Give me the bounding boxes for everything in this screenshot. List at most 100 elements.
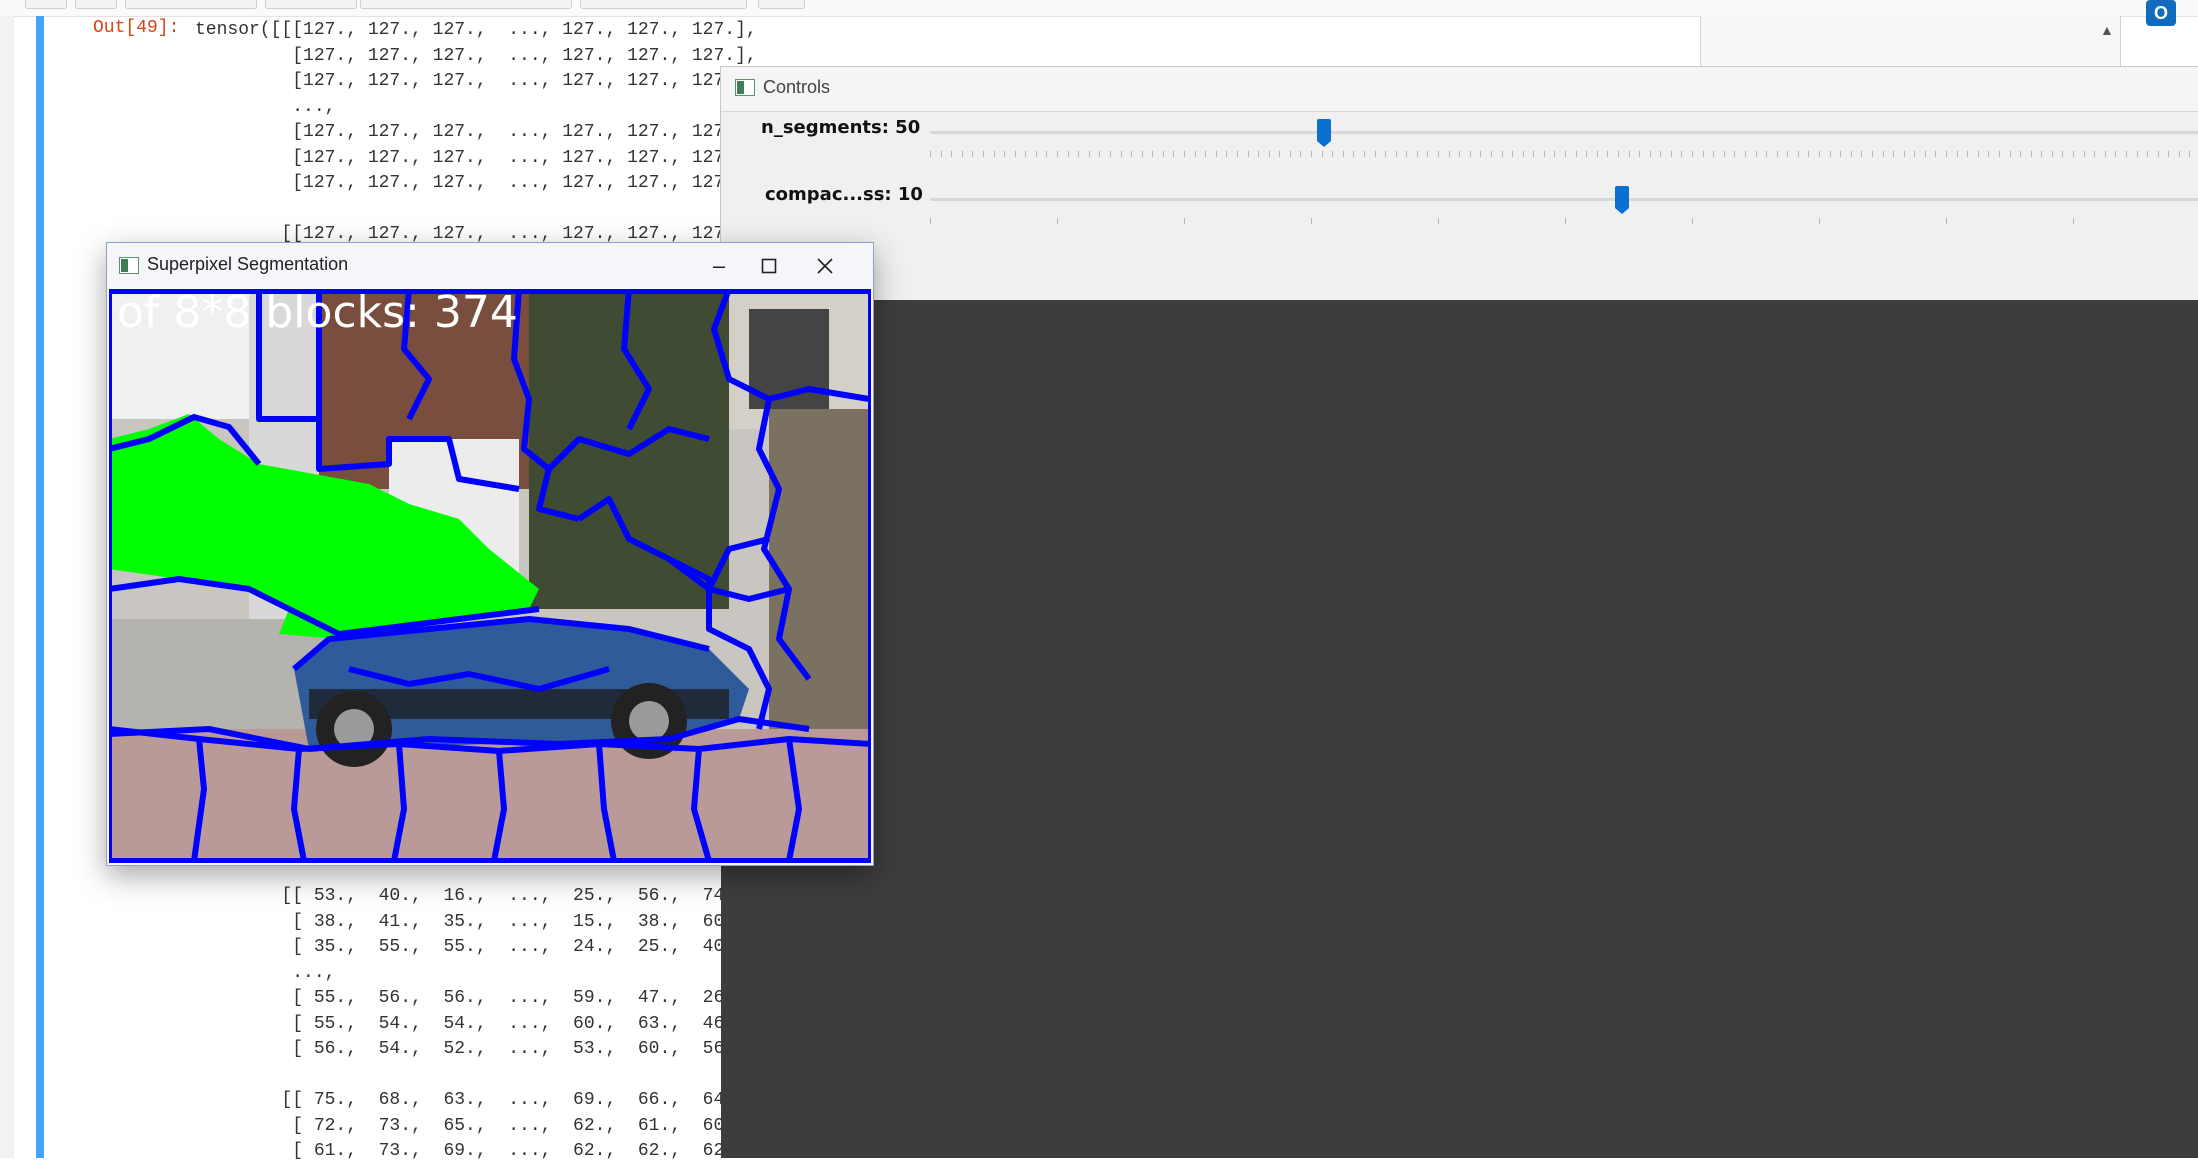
toolbar-button[interactable] — [758, 0, 805, 9]
scroll-up-icon[interactable]: ▲ — [2100, 22, 2114, 38]
tick-mark — [1893, 151, 1895, 157]
controls-title: Controls — [763, 77, 831, 97]
tick-mark — [2157, 151, 2159, 157]
tick-mark — [1236, 151, 1238, 157]
tick-mark — [1289, 151, 1291, 157]
tick-mark — [2020, 151, 2022, 157]
tick-mark — [1300, 151, 1302, 157]
tick-mark — [1861, 151, 1863, 157]
tick-mark — [1702, 151, 1704, 157]
output-line: [127., 127., 127., ..., 127., 127., 127. — [195, 147, 736, 168]
tick-mark — [1035, 151, 1037, 157]
tick-mark — [1448, 151, 1450, 157]
notebook-gutter — [0, 16, 14, 1158]
tick-mark — [1565, 151, 1566, 157]
tick-mark — [1522, 151, 1524, 157]
tick-mark — [1374, 151, 1376, 157]
superpixel-titlebar[interactable]: Superpixel Segmentation – — [107, 243, 873, 288]
tick-mark — [1438, 151, 1439, 157]
tick-mark — [2189, 151, 2191, 157]
compactness-label: compac...ss: 10 — [765, 184, 923, 205]
tick-mark — [1808, 151, 1810, 157]
tick-mark — [2147, 151, 2149, 157]
maximize-icon[interactable] — [749, 251, 789, 281]
superpixel-window: Superpixel Segmentation – of 8*8 blocks:… — [106, 242, 874, 866]
tick-mark — [951, 151, 953, 157]
tick-mark — [1004, 151, 1006, 157]
tick-mark — [1215, 151, 1217, 157]
tick-mark — [1501, 151, 1503, 157]
controls-titlebar[interactable]: Controls — [721, 67, 2198, 112]
tick-mark — [1924, 151, 1926, 157]
tick-mark — [2073, 151, 2074, 157]
tick-mark — [1744, 151, 1746, 157]
tick-mark — [2125, 151, 2127, 157]
outlook-icon[interactable]: O — [2146, 0, 2176, 26]
tick-mark — [1797, 151, 1799, 157]
tick-mark — [1025, 151, 1027, 157]
tick-mark — [1946, 151, 1947, 157]
window-app-icon — [735, 79, 755, 96]
tick-mark — [1120, 151, 1122, 157]
toolbar-button[interactable] — [25, 0, 67, 9]
close-icon[interactable] — [805, 251, 845, 281]
tick-mark — [2030, 151, 2032, 157]
tick-mark — [1099, 151, 1101, 157]
tick-mark — [2115, 151, 2117, 157]
output-line: tensor([[[127., 127., 127., ..., 127., 1… — [195, 20, 757, 40]
toolbar-button[interactable] — [75, 0, 117, 9]
tick-mark — [1967, 151, 1969, 157]
tick-mark — [982, 151, 984, 157]
tick-mark — [1776, 151, 1778, 157]
output-line: [127., 127., 127., ..., 127., 127., 127. — [195, 173, 736, 193]
tick-mark — [2094, 151, 2096, 157]
tick-mark — [1914, 151, 1916, 157]
tick-mark — [1459, 151, 1461, 157]
tick-mark — [1512, 151, 1514, 157]
tick-mark — [961, 151, 963, 157]
tick-mark — [1755, 151, 1757, 157]
tick-mark — [930, 218, 931, 224]
minimize-icon[interactable]: – — [699, 251, 739, 281]
tick-mark — [1258, 151, 1260, 157]
output-line: ..., — [195, 962, 336, 983]
tick-mark — [1057, 218, 1058, 224]
cell-type-select[interactable] — [580, 0, 747, 9]
notebook-toolbar — [0, 0, 2198, 17]
rear-rim — [629, 701, 669, 741]
tick-mark — [1935, 151, 1937, 157]
tick-mark — [1723, 151, 1725, 157]
tick-mark — [1268, 151, 1270, 157]
toolbar-button-group[interactable] — [125, 0, 257, 9]
tick-mark — [1321, 151, 1323, 157]
tick-mark — [1046, 151, 1048, 157]
tick-mark — [1607, 151, 1609, 157]
tick-mark — [1840, 151, 1842, 157]
output-line: [ 55., 56., 56., ..., 59., 47., 26. — [195, 988, 736, 1008]
toolbar-button-group[interactable] — [265, 0, 357, 9]
trees — [529, 289, 729, 609]
tick-mark — [1109, 151, 1111, 157]
output-line: [ 61., 73., 69., ..., 62., 62., 62. — [195, 1141, 736, 1161]
n-segments-slider[interactable] — [1316, 119, 1331, 147]
compactness-slider[interactable] — [1615, 186, 1630, 214]
toolbar-button-group[interactable] — [360, 0, 572, 9]
tick-mark — [1882, 151, 1884, 157]
tick-mark — [1596, 151, 1598, 157]
tick-mark — [1311, 151, 1312, 157]
tick-mark — [940, 151, 942, 157]
output-line: [ 38., 41., 35., ..., 15., 38., 60. — [195, 911, 736, 932]
n-segments-groove[interactable] — [930, 131, 2198, 134]
tick-mark — [1078, 151, 1080, 157]
tick-mark — [1871, 151, 1873, 157]
tick-mark — [993, 151, 995, 157]
tick-mark — [1670, 151, 1672, 157]
tick-mark — [1353, 151, 1355, 157]
panel-divider — [2120, 16, 2121, 66]
tick-mark — [1342, 151, 1344, 157]
compactness-groove[interactable] — [930, 198, 2198, 201]
tick-mark — [1480, 151, 1482, 157]
tick-mark — [1977, 151, 1979, 157]
segmentation-image: of 8*8 blocks: 374 — [109, 289, 871, 863]
tick-mark — [2136, 151, 2138, 157]
